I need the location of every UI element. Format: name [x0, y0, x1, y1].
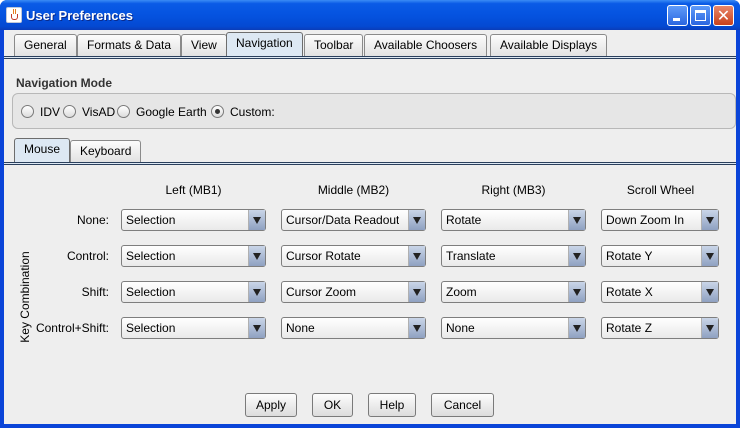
tab-toolbar[interactable]: Toolbar	[304, 34, 364, 56]
row-label-control-shift: Control+Shift:	[35, 321, 109, 335]
cancel-button[interactable]: Cancel	[431, 393, 494, 417]
chevron-down-icon[interactable]	[248, 318, 265, 338]
combo-control-middle[interactable]: Cursor Rotate	[281, 245, 426, 267]
row-label-control: Control:	[66, 249, 109, 263]
row-label-shift: Shift:	[81, 285, 109, 299]
combo-control-shift-right[interactable]: None	[441, 317, 586, 339]
combo-control-shift-middle[interactable]: None	[281, 317, 426, 339]
preferences-window: User Preferences ✕ General Formats & Dat…	[0, 0, 740, 428]
navigation-mode-panel: IDV VisAD Google Earth Custom:	[12, 93, 736, 129]
combo-control-right[interactable]: Translate	[441, 245, 586, 267]
combo-none-left[interactable]: Selection	[121, 209, 266, 231]
main-tabstrip: General Formats & Data View Navigation T…	[4, 30, 736, 58]
combo-value: Selection	[126, 285, 176, 299]
tab-divider	[4, 56, 736, 59]
subtab-divider	[4, 162, 736, 165]
dialog-content: General Formats & Data View Navigation T…	[4, 30, 736, 424]
minimize-icon[interactable]	[667, 5, 688, 26]
radio-label: IDV	[40, 105, 61, 119]
radio-unselected-icon[interactable]	[63, 105, 76, 118]
combo-value: Rotate Y	[606, 249, 653, 263]
combo-shift-scroll[interactable]: Rotate X	[601, 281, 719, 303]
tab-available-displays[interactable]: Available Displays	[490, 34, 608, 56]
combo-value: Down Zoom In	[606, 213, 685, 227]
combo-none-scroll[interactable]: Down Zoom In	[601, 209, 719, 231]
apply-button[interactable]: Apply	[245, 393, 297, 417]
chevron-down-icon[interactable]	[408, 210, 425, 230]
tab-mouse[interactable]: Mouse	[14, 138, 71, 162]
chevron-down-icon[interactable]	[701, 246, 718, 266]
maximize-icon[interactable]	[690, 5, 711, 26]
combo-control-shift-scroll[interactable]: Rotate Z	[601, 317, 719, 339]
navigation-mode-heading: Navigation Mode	[16, 76, 113, 90]
column-header-middle: Middle (MB2)	[317, 183, 390, 197]
tab-formats-data[interactable]: Formats & Data	[77, 34, 182, 56]
chevron-down-icon[interactable]	[408, 246, 425, 266]
radio-selected-icon[interactable]	[211, 105, 224, 118]
combo-value: Rotate	[446, 213, 482, 227]
chevron-down-icon[interactable]	[408, 282, 425, 302]
tab-keyboard[interactable]: Keyboard	[70, 140, 142, 162]
tab-general[interactable]: General	[14, 34, 77, 56]
combo-value: Selection	[126, 249, 176, 263]
window-border-bottom	[0, 424, 740, 428]
radio-unselected-icon[interactable]	[21, 105, 34, 118]
chevron-down-icon[interactable]	[568, 318, 585, 338]
tab-view[interactable]: View	[181, 34, 227, 56]
combo-value: None	[446, 321, 475, 335]
combo-value: Rotate X	[606, 285, 653, 299]
combo-shift-left[interactable]: Selection	[121, 281, 266, 303]
window-title: User Preferences	[26, 8, 133, 23]
column-header-scroll: Scroll Wheel	[626, 183, 695, 197]
window-border-right	[736, 30, 740, 428]
radio-label: Google Earth	[136, 105, 207, 119]
combo-shift-right[interactable]: Zoom	[441, 281, 586, 303]
chevron-down-icon[interactable]	[568, 210, 585, 230]
radio-label: Custom:	[230, 105, 275, 119]
tab-navigation[interactable]: Navigation	[226, 32, 303, 56]
close-icon[interactable]: ✕	[713, 5, 734, 26]
chevron-down-icon[interactable]	[701, 282, 718, 302]
combo-value: Translate	[446, 249, 496, 263]
combo-value: Selection	[126, 213, 176, 227]
chevron-down-icon[interactable]	[408, 318, 425, 338]
chevron-down-icon[interactable]	[568, 282, 585, 302]
chevron-down-icon[interactable]	[568, 246, 585, 266]
chevron-down-icon[interactable]	[248, 246, 265, 266]
column-header-right: Right (MB3)	[481, 183, 546, 197]
chevron-down-icon[interactable]	[701, 210, 718, 230]
radio-unselected-icon[interactable]	[117, 105, 130, 118]
row-label-none: None:	[76, 213, 109, 227]
combo-control-scroll[interactable]: Rotate Y	[601, 245, 719, 267]
chevron-down-icon[interactable]	[248, 282, 265, 302]
radio-label: VisAD	[82, 105, 116, 119]
combo-none-middle[interactable]: Cursor/Data Readout	[281, 209, 426, 231]
chevron-down-icon[interactable]	[701, 318, 718, 338]
combo-shift-middle[interactable]: Cursor Zoom	[281, 281, 426, 303]
combo-value: Rotate Z	[606, 321, 653, 335]
java-cup-icon	[6, 7, 22, 23]
combo-value: Cursor Zoom	[286, 285, 357, 299]
combo-value: Selection	[126, 321, 176, 335]
help-button[interactable]: Help	[368, 393, 416, 417]
combo-value: Zoom	[446, 285, 477, 299]
chevron-down-icon[interactable]	[248, 210, 265, 230]
combo-value: None	[286, 321, 315, 335]
column-header-left: Left (MB1)	[165, 183, 222, 197]
tab-available-choosers[interactable]: Available Choosers	[364, 34, 488, 56]
combo-control-shift-left[interactable]: Selection	[121, 317, 266, 339]
combo-none-right[interactable]: Rotate	[441, 209, 586, 231]
ok-button[interactable]: OK	[312, 393, 353, 417]
title-bar[interactable]: User Preferences ✕	[0, 0, 740, 30]
combo-value: Cursor/Data Readout	[286, 213, 400, 227]
combo-value: Cursor Rotate	[286, 249, 361, 263]
combo-control-left[interactable]: Selection	[121, 245, 266, 267]
